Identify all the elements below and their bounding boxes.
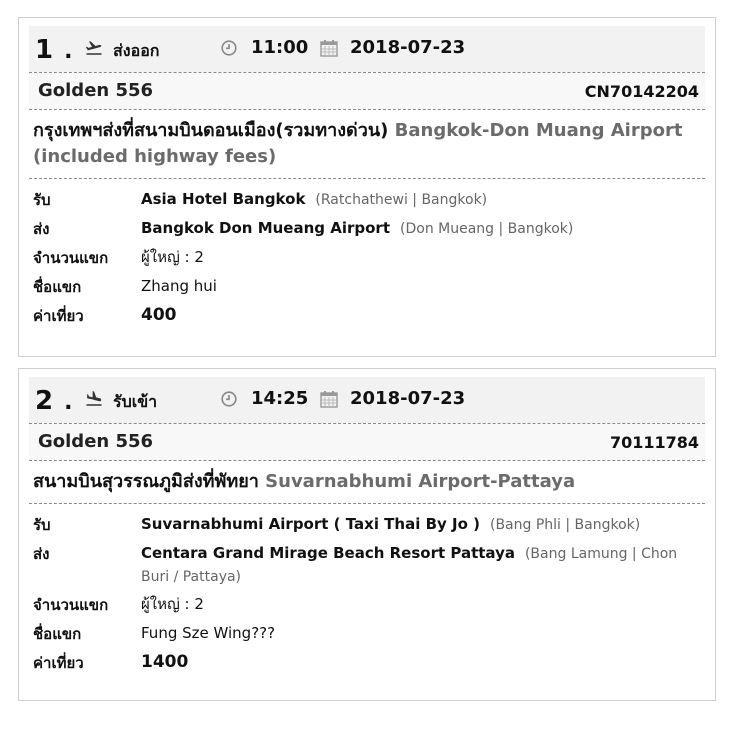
guest-label: ชื่อแขก bbox=[33, 625, 82, 643]
pax-row: จำนวนแขก ผู้ใหญ่ : 2 bbox=[33, 241, 701, 270]
pickup-label: รับ bbox=[33, 191, 51, 209]
dropoff-place: Centara Grand Mirage Beach Resort Pattay… bbox=[141, 544, 515, 562]
route-title: สนามบินสุวรรณภูมิส่งที่พัทยา Suvarnabhum… bbox=[33, 469, 701, 495]
plane-landing-icon bbox=[86, 391, 102, 406]
divider bbox=[29, 109, 705, 110]
guest-value: Zhang hui bbox=[141, 277, 217, 295]
clock-icon bbox=[221, 40, 237, 56]
pickup-area: (Bang Phli | Bangkok) bbox=[489, 517, 641, 533]
fare-row: ค่าเที่ยว 400 bbox=[33, 299, 701, 328]
pickup-place: Asia Hotel Bangkok bbox=[141, 190, 306, 208]
booking-code: CN70142204 bbox=[584, 82, 699, 101]
booking-card: 1 . ส่งออก 11:00 2018-07-23 Golden 556 C… bbox=[18, 17, 716, 357]
pickup-row: รับ Asia Hotel Bangkok (Ratchathewi | Ban… bbox=[33, 183, 701, 212]
guest-label: ชื่อแขก bbox=[33, 278, 82, 296]
company-bar: Golden 556 CN70142204 bbox=[29, 73, 705, 109]
pickup-area: (Ratchathewi | Bangkok) bbox=[315, 192, 488, 208]
fare-value: 400 bbox=[141, 305, 177, 325]
pax-value: ผู้ใหญ่ : 2 bbox=[141, 595, 204, 613]
dropoff-label: ส่ง bbox=[33, 220, 50, 238]
fare-value: 1400 bbox=[141, 652, 189, 672]
divider bbox=[29, 178, 705, 179]
calendar-icon bbox=[320, 391, 338, 408]
booking-header: 1 . ส่งออก 11:00 2018-07-23 bbox=[29, 26, 705, 72]
booking-type: ส่งออก bbox=[113, 41, 160, 60]
booking-index: 2 . bbox=[35, 386, 74, 416]
dropoff-label: ส่ง bbox=[33, 545, 50, 563]
guest-row: ชื่อแขก Fung Sze Wing??? bbox=[33, 617, 701, 646]
booking-details: รับ Asia Hotel Bangkok (Ratchathewi | Ban… bbox=[33, 183, 701, 328]
company-name: Golden 556 bbox=[38, 80, 154, 101]
pickup-row: รับ Suvarnabhumi Airport ( Taxi Thai By … bbox=[33, 508, 701, 537]
company-name: Golden 556 bbox=[38, 431, 154, 452]
pax-label: จำนวนแขก bbox=[33, 249, 109, 267]
booking-date: 2018-07-23 bbox=[350, 37, 466, 58]
fare-label: ค่าเที่ยว bbox=[33, 654, 84, 672]
booking-time: 11:00 bbox=[251, 37, 309, 58]
fare-row: ค่าเที่ยว 1400 bbox=[33, 646, 701, 675]
route-thai: กรุงเทพฯส่งที่สนามบินดอนเมือง(รวมทางด่วน… bbox=[33, 120, 389, 141]
pickup-label: รับ bbox=[33, 516, 51, 534]
booking-details: รับ Suvarnabhumi Airport ( Taxi Thai By … bbox=[33, 508, 701, 675]
dropoff-place: Bangkok Don Mueang Airport bbox=[141, 219, 391, 237]
booking-header: 2 . รับเข้า 14:25 2018-07-23 bbox=[29, 377, 705, 423]
plane-takeoff-icon bbox=[85, 41, 102, 55]
clock-icon bbox=[221, 391, 237, 407]
booking-type: รับเข้า bbox=[113, 392, 158, 411]
guest-row: ชื่อแขก Zhang hui bbox=[33, 270, 701, 299]
pax-value: ผู้ใหญ่ : 2 bbox=[141, 248, 204, 266]
booking-code: 70111784 bbox=[609, 433, 699, 452]
route-thai: สนามบินสุวรรณภูมิส่งที่พัทยา bbox=[33, 471, 259, 492]
route-title: กรุงเทพฯส่งที่สนามบินดอนเมือง(รวมทางด่วน… bbox=[33, 118, 701, 170]
divider bbox=[29, 503, 705, 504]
dropoff-row: ส่ง Bangkok Don Mueang Airport (Don Muean… bbox=[33, 212, 701, 241]
route-english: Suvarnabhumi Airport-Pattaya bbox=[265, 471, 576, 492]
booking-index: 1 . bbox=[35, 35, 74, 65]
pickup-place: Suvarnabhumi Airport ( Taxi Thai By Jo ) bbox=[141, 515, 480, 533]
guest-value: Fung Sze Wing??? bbox=[141, 624, 276, 642]
pax-label: จำนวนแขก bbox=[33, 596, 109, 614]
company-bar: Golden 556 70111784 bbox=[29, 424, 705, 460]
calendar-icon bbox=[320, 40, 338, 57]
fare-label: ค่าเที่ยว bbox=[33, 307, 84, 325]
booking-time: 14:25 bbox=[251, 388, 309, 409]
pax-row: จำนวนแขก ผู้ใหญ่ : 2 bbox=[33, 588, 701, 617]
booking-card: 2 . รับเข้า 14:25 2018-07-23 Golden 556 … bbox=[18, 368, 716, 701]
dropoff-row: ส่ง Centara Grand Mirage Beach Resort Pa… bbox=[33, 537, 701, 588]
booking-date: 2018-07-23 bbox=[350, 388, 466, 409]
dropoff-area: (Don Mueang | Bangkok) bbox=[400, 221, 574, 237]
divider bbox=[29, 460, 705, 461]
